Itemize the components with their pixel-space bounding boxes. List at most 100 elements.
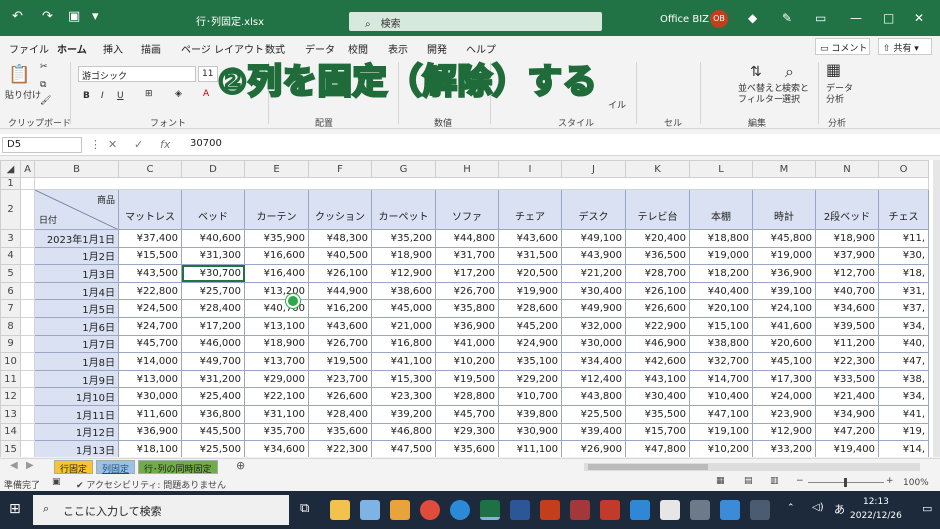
value-cell[interactable]: ¥24,500 xyxy=(118,299,182,318)
worksheet-grid[interactable]: ◢ A B C D E F G H I J K L M N O 1 2 商品 日付… xyxy=(0,160,933,457)
value-cell[interactable]: ¥10,700 xyxy=(498,387,562,406)
value-cell[interactable]: ¥39,200 xyxy=(371,404,436,424)
value-cell[interactable]: ¥19,000 xyxy=(689,246,753,266)
value-cell[interactable]: ¥20,600 xyxy=(752,334,816,354)
date-cell[interactable]: 1月12日 xyxy=(34,422,119,442)
value-cell[interactable]: ¥37,400 xyxy=(118,229,182,248)
name-box[interactable]: D5 xyxy=(2,137,82,153)
value-cell[interactable]: ¥18,900 xyxy=(815,229,879,248)
value-cell[interactable]: ¥17,300 xyxy=(752,369,816,389)
zoom-slider-thumb[interactable] xyxy=(844,478,847,487)
value-cell[interactable]: ¥18,200 xyxy=(689,264,753,283)
cell[interactable] xyxy=(20,369,35,389)
header-cell[interactable]: カーテン xyxy=(244,189,309,230)
value-cell[interactable]: ¥41,600 xyxy=(752,316,816,336)
value-cell[interactable]: ¥18,900 xyxy=(244,334,309,354)
zoom-out-icon[interactable]: − xyxy=(796,476,804,486)
diamond-icon[interactable]: ◆ xyxy=(748,11,757,25)
value-cell[interactable]: ¥28,800 xyxy=(435,387,499,406)
value-cell[interactable]: ¥18, xyxy=(878,264,929,283)
value-cell[interactable]: ¥45,200 xyxy=(498,316,562,336)
value-cell[interactable]: ¥35,900 xyxy=(244,229,309,248)
row-header[interactable]: 7 xyxy=(0,299,21,318)
header-cell[interactable]: 2段ベッド xyxy=(815,189,879,230)
cell[interactable] xyxy=(20,440,35,457)
cell[interactable] xyxy=(20,229,35,248)
value-cell[interactable]: ¥36,500 xyxy=(625,246,690,266)
value-cell[interactable]: ¥39,500 xyxy=(815,316,879,336)
date-cell[interactable]: 1月11日 xyxy=(34,404,119,424)
value-cell[interactable]: ¥19,900 xyxy=(498,281,562,301)
maximize-icon[interactable]: □ xyxy=(883,11,894,25)
value-cell[interactable]: ¥34, xyxy=(878,387,929,406)
value-cell[interactable]: ¥43,600 xyxy=(308,316,372,336)
value-cell[interactable]: ¥46,900 xyxy=(625,334,690,354)
value-cell[interactable]: ¥24,700 xyxy=(118,316,182,336)
value-cell[interactable]: ¥39,100 xyxy=(752,281,816,301)
cell[interactable] xyxy=(20,422,35,442)
date-cell[interactable]: 1月5日 xyxy=(34,299,119,318)
row-header[interactable]: 14 xyxy=(0,422,21,442)
column-header[interactable]: A xyxy=(20,160,35,178)
value-cell[interactable]: ¥16,400 xyxy=(244,264,309,283)
value-cell[interactable]: ¥30,700 xyxy=(181,264,245,283)
value-cell[interactable]: ¥36,800 xyxy=(181,404,245,424)
value-cell[interactable]: ¥19,500 xyxy=(435,369,499,389)
value-cell[interactable]: ¥26,900 xyxy=(561,440,626,457)
value-cell[interactable]: ¥20,100 xyxy=(689,299,753,318)
header-cell[interactable]: ソファ xyxy=(435,189,499,230)
value-cell[interactable]: ¥13,700 xyxy=(244,352,309,371)
row-header[interactable]: 11 xyxy=(0,369,21,389)
column-header[interactable]: K xyxy=(625,160,690,178)
column-header[interactable]: D xyxy=(181,160,245,178)
taskbar-search[interactable]: ⌕ ここに入力して検索 xyxy=(33,495,289,525)
value-cell[interactable]: ¥28,700 xyxy=(625,264,690,283)
speaker-icon[interactable]: ◁) xyxy=(812,502,824,513)
value-cell[interactable]: ¥30,000 xyxy=(118,387,182,406)
sort-filter-icon[interactable]: ⇅ xyxy=(750,64,762,80)
tab-draw[interactable]: 描画 xyxy=(141,41,161,56)
date-cell[interactable]: 1月10日 xyxy=(34,387,119,406)
font-size-select[interactable]: 11 xyxy=(198,66,218,82)
add-sheet-icon[interactable]: ⊕ xyxy=(236,459,245,472)
paste-button[interactable]: 貼り付け xyxy=(5,88,41,101)
column-header[interactable]: F xyxy=(308,160,372,178)
redo-icon[interactable]: ↷ xyxy=(42,9,53,24)
sheet-tab-row-freeze[interactable]: 行固定 xyxy=(54,460,94,475)
pen-icon[interactable]: ✎ xyxy=(782,11,792,25)
value-cell[interactable]: ¥34,400 xyxy=(561,352,626,371)
value-cell[interactable]: ¥26,600 xyxy=(625,299,690,318)
row-header[interactable]: 10 xyxy=(0,352,21,371)
date-cell[interactable]: 1月13日 xyxy=(34,440,119,457)
value-cell[interactable]: ¥17,200 xyxy=(181,316,245,336)
sheet-next-icon[interactable]: ▶ xyxy=(26,460,34,471)
value-cell[interactable]: ¥44,800 xyxy=(435,229,499,248)
close-icon[interactable]: ✕ xyxy=(914,11,924,25)
acrobat-icon[interactable] xyxy=(600,500,620,520)
value-cell[interactable]: ¥16,200 xyxy=(308,299,372,318)
value-cell[interactable]: ¥15,300 xyxy=(371,369,436,389)
horizontal-scrollbar[interactable] xyxy=(584,463,920,471)
value-cell[interactable]: ¥14,700 xyxy=(689,369,753,389)
value-cell[interactable]: ¥25,400 xyxy=(181,387,245,406)
macro-record-icon[interactable]: ▣ xyxy=(52,477,61,487)
value-cell[interactable]: ¥11, xyxy=(878,229,929,248)
value-cell[interactable]: ¥43,900 xyxy=(561,246,626,266)
cell[interactable] xyxy=(20,246,35,266)
underline-icon[interactable]: U xyxy=(117,91,124,101)
value-cell[interactable]: ¥19,500 xyxy=(308,352,372,371)
font-name-select[interactable]: 游ゴシック xyxy=(78,66,196,82)
file-explorer-icon[interactable] xyxy=(330,500,350,520)
value-cell[interactable]: ¥10,200 xyxy=(689,440,753,457)
value-cell[interactable]: ¥38, xyxy=(878,369,929,389)
tab-insert[interactable]: 挿入 xyxy=(103,41,123,56)
column-header[interactable]: J xyxy=(561,160,626,178)
value-cell[interactable]: ¥40, xyxy=(878,334,929,354)
sheet-prev-icon[interactable]: ◀ xyxy=(10,460,18,471)
value-cell[interactable]: ¥11,600 xyxy=(118,404,182,424)
column-header[interactable]: E xyxy=(244,160,309,178)
value-cell[interactable]: ¥40,500 xyxy=(308,246,372,266)
select-all-corner[interactable]: ◢ xyxy=(0,160,21,178)
cell[interactable] xyxy=(20,189,35,230)
value-cell[interactable]: ¥22,300 xyxy=(815,352,879,371)
